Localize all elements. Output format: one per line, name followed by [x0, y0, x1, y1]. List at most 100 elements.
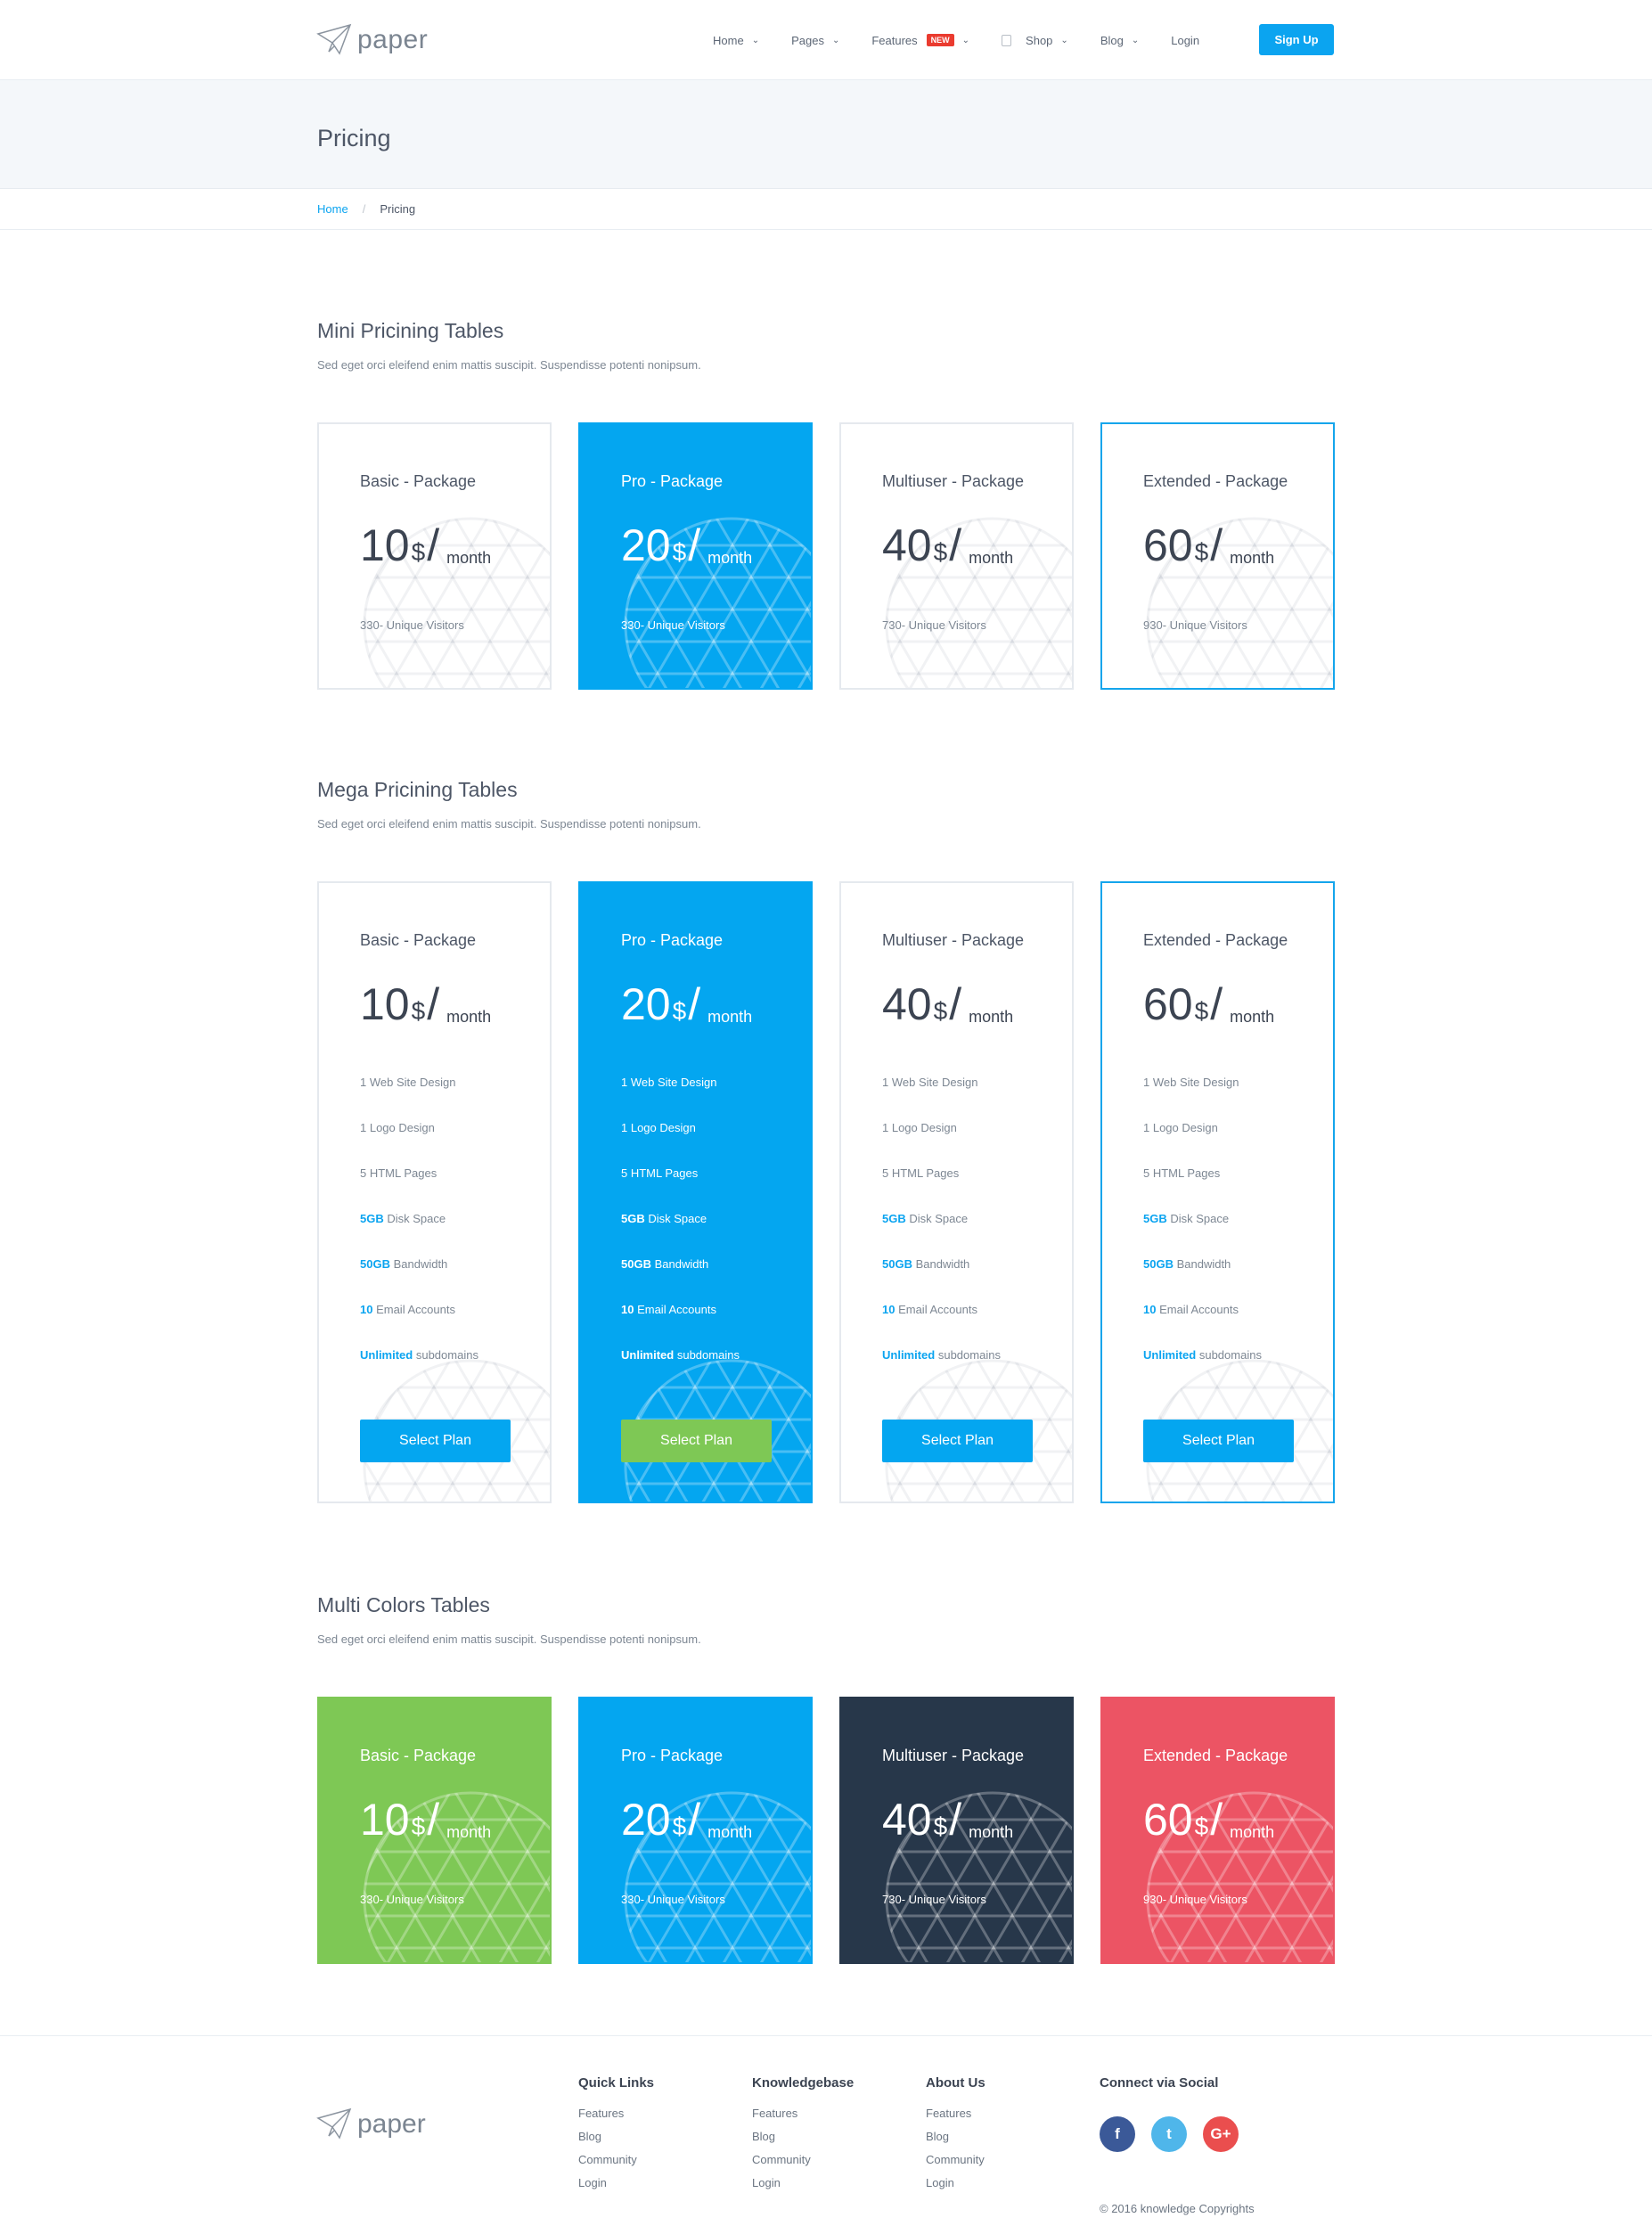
- price-slash: /: [1210, 979, 1223, 1029]
- footer-col-title: Connect via Social: [1100, 2075, 1219, 2091]
- price-currency: $: [1194, 538, 1209, 566]
- shopping-bag-icon: [1002, 34, 1012, 46]
- price-currency: $: [1194, 1813, 1209, 1840]
- package-name: Pro - Package: [621, 1747, 724, 1764]
- color-card-basic: Basic - Package 10 $ / month 330- Unique Vi…: [317, 1697, 552, 1964]
- feature-item: 1 Logo Design: [882, 1121, 957, 1134]
- feature-item: 1 Logo Design: [621, 1121, 696, 1134]
- feature-item: 5GB Disk Space: [360, 1212, 446, 1225]
- twitter-icon[interactable]: t: [1151, 2116, 1187, 2152]
- price-period: month: [1230, 1823, 1275, 1841]
- nav-features[interactable]: Features NEW ⌄: [871, 34, 969, 47]
- price-period: month: [1230, 1008, 1275, 1026]
- price-currency: $: [933, 538, 948, 566]
- footer-logo[interactable]: paper: [316, 2106, 426, 2143]
- mini-card-multiuser: Multiuser - Package 40 $ / month 730- Uniqu…: [839, 422, 1074, 690]
- price-amount: 20: [621, 1795, 671, 1845]
- nav-shop[interactable]: Shop ⌄: [1002, 34, 1068, 47]
- feature-item: 50GB Bandwidth: [360, 1257, 448, 1271]
- footer-link[interactable]: Blog: [578, 2130, 654, 2153]
- mega-card-multiuser: Multiuser - Package 40 $ / month 1 Web Site…: [839, 881, 1074, 1503]
- price-period: month: [707, 1008, 753, 1026]
- chevron-down-icon: ⌄: [1060, 35, 1068, 45]
- feature-item: 10 Email Accounts: [621, 1303, 716, 1316]
- brand-logo[interactable]: paper: [316, 21, 428, 59]
- page-title: Pricing: [317, 125, 391, 151]
- footer-link[interactable]: Blog: [752, 2130, 854, 2153]
- footer-link[interactable]: Features: [752, 2107, 854, 2130]
- feature-item: 5GB Disk Space: [621, 1212, 707, 1225]
- price-currency: $: [933, 997, 948, 1025]
- mega-section-title: Mega Pricining Tables: [317, 778, 518, 801]
- breadcrumb-separator: /: [362, 202, 366, 216]
- feature-item: 5GB Disk Space: [1143, 1212, 1230, 1225]
- footer-link[interactable]: Login: [578, 2176, 654, 2199]
- price-amount: 60: [1143, 520, 1193, 570]
- price-amount: 10: [360, 520, 410, 570]
- facebook-icon[interactable]: f: [1100, 2116, 1135, 2152]
- footer-link[interactable]: Community: [752, 2153, 854, 2176]
- feature-item: 10 Email Accounts: [360, 1303, 455, 1316]
- price-period: month: [969, 549, 1014, 567]
- nav-login-label: Login: [1171, 33, 1200, 47]
- color-card-multiuser: Multiuser - Package 40 $ / month 730- Uniqu…: [839, 1697, 1074, 1964]
- feature-item: Unlimited subdomains: [882, 1348, 1001, 1362]
- footer-col-knowledgebase: Knowledgebase Features Blog Community Lo…: [752, 2075, 854, 2199]
- mini-card-pro: Pro - Package 20 $ / month 330- Unique Visi…: [578, 422, 813, 690]
- feature-item: Unlimited subdomains: [360, 1348, 478, 1362]
- feature-item: 1 Web Site Design: [360, 1076, 456, 1089]
- breadcrumb-current: Pricing: [380, 202, 416, 216]
- footer-link[interactable]: Login: [926, 2176, 985, 2199]
- package-visitors: 730- Unique Visitors: [882, 1893, 986, 1906]
- breadcrumb-bar: Home / Pricing: [0, 189, 1652, 230]
- logo-text: paper: [357, 2109, 426, 2139]
- footer-link[interactable]: Login: [752, 2176, 854, 2199]
- select-plan-button[interactable]: Select Plan: [1143, 1420, 1294, 1462]
- breadcrumb-home[interactable]: Home: [317, 202, 348, 216]
- package-name: Basic - Package: [360, 1747, 477, 1764]
- feature-item: 5 HTML Pages: [360, 1166, 438, 1180]
- feature-item: 50GB Bandwidth: [1143, 1257, 1231, 1271]
- nav-home[interactable]: Home ⌄: [713, 34, 759, 47]
- signup-button[interactable]: Sign Up: [1259, 24, 1334, 55]
- package-name: Basic - Package: [360, 472, 477, 490]
- package-name: Multiuser - Package: [882, 931, 1025, 949]
- feature-item: 5 HTML Pages: [1143, 1166, 1221, 1180]
- package-name: Extended - Package: [1143, 1747, 1288, 1764]
- mega-card-extended: Extended - Package 60 $ / month 1 Web Site …: [1100, 881, 1335, 1503]
- price-slash: /: [949, 520, 962, 570]
- package-price: 60 $ / month: [1143, 522, 1274, 569]
- price-currency: $: [672, 997, 687, 1025]
- page-title-band: Pricing: [0, 80, 1652, 189]
- select-plan-button[interactable]: Select Plan: [882, 1420, 1033, 1462]
- price-slash: /: [427, 1795, 440, 1845]
- select-plan-button[interactable]: Select Plan: [621, 1420, 772, 1462]
- social-links: f t G+: [1100, 2116, 1255, 2152]
- nav-blog[interactable]: Blog ⌄: [1100, 34, 1139, 47]
- price-amount: 20: [621, 979, 671, 1029]
- price-slash: /: [688, 520, 701, 570]
- price-currency: $: [411, 538, 426, 566]
- nav-login[interactable]: Login: [1171, 34, 1199, 47]
- feature-item: 1 Web Site Design: [1143, 1076, 1239, 1089]
- feature-item: 5 HTML Pages: [882, 1166, 960, 1180]
- footer-link[interactable]: Community: [926, 2153, 985, 2176]
- footer-link[interactable]: Features: [926, 2107, 985, 2130]
- footer-link[interactable]: Blog: [926, 2130, 985, 2153]
- select-plan-button[interactable]: Select Plan: [360, 1420, 511, 1462]
- footer-col-about-us: About Us Features Blog Community Login: [926, 2075, 985, 2199]
- package-price: 20 $ / month: [621, 981, 752, 1027]
- copyright-text: © 2016 knowledge Copyrights: [1100, 2202, 1255, 2215]
- price-period: month: [969, 1823, 1014, 1841]
- nav-pages[interactable]: Pages ⌄: [791, 34, 839, 47]
- feature-list: 1 Web Site Design 1 Logo Design 5 HTML P…: [621, 1076, 740, 1394]
- price-period: month: [446, 549, 492, 567]
- price-slash: /: [1210, 520, 1223, 570]
- footer-link[interactable]: Features: [578, 2107, 654, 2130]
- feature-item: 50GB Bandwidth: [882, 1257, 970, 1271]
- feature-item: 1 Web Site Design: [882, 1076, 978, 1089]
- footer-link[interactable]: Community: [578, 2153, 654, 2176]
- feature-item: 1 Logo Design: [360, 1121, 435, 1134]
- package-visitors: 930- Unique Visitors: [1143, 618, 1247, 632]
- google-plus-icon[interactable]: G+: [1203, 2116, 1239, 2152]
